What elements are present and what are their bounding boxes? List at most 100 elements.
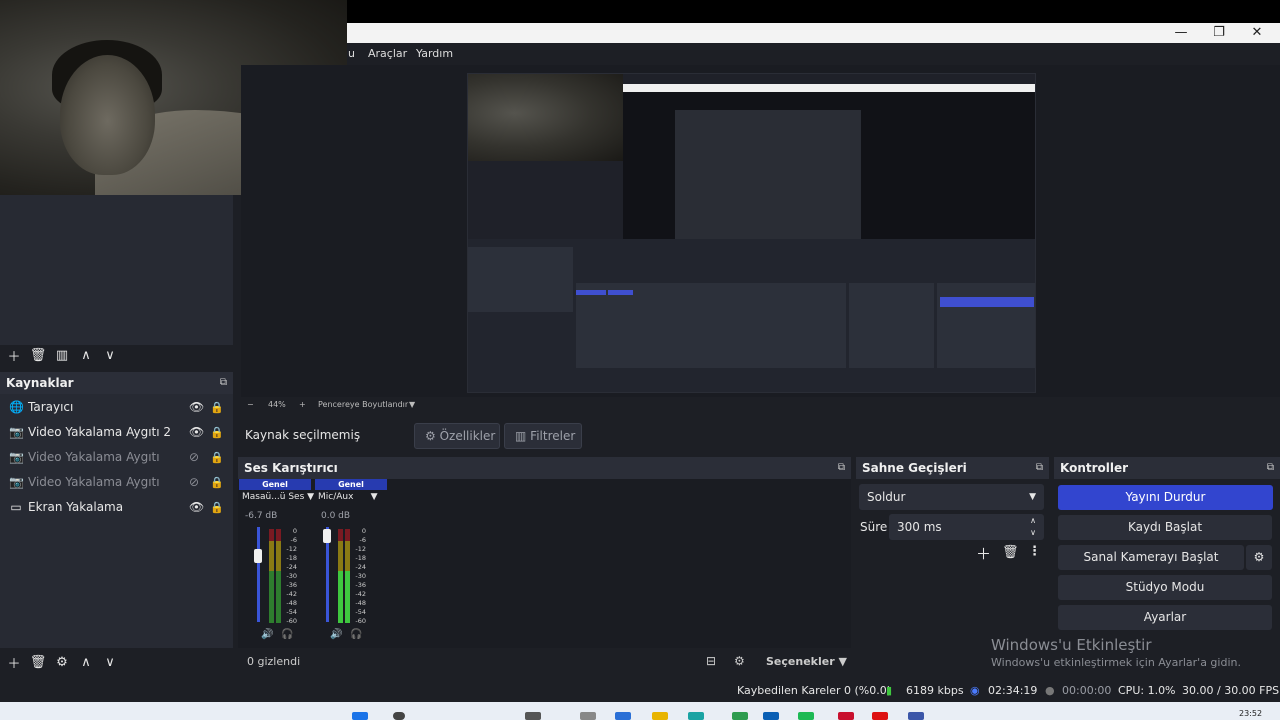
app-icon[interactable] xyxy=(688,712,704,720)
speaker-icon[interactable]: 🔊 xyxy=(261,629,273,640)
source-item-video-capture[interactable]: 📷 Video Yakalama Aygıtı ⊘ 🔒 xyxy=(0,470,233,495)
menu-item-help[interactable]: Yardım xyxy=(416,47,453,60)
search-icon[interactable] xyxy=(393,712,405,720)
signal-icon: ▮ xyxy=(886,684,893,697)
speaker-icon[interactable]: 🔊 xyxy=(330,629,342,640)
headphones-icon[interactable]: 🎧 xyxy=(350,629,362,640)
obs-icon[interactable] xyxy=(872,712,888,720)
folder-icon[interactable] xyxy=(652,712,668,720)
more-icon[interactable]: ⋮ xyxy=(1028,544,1041,559)
spotify-icon[interactable] xyxy=(798,712,814,720)
preview-canvas[interactable] xyxy=(467,73,1036,393)
app-icon[interactable] xyxy=(732,712,748,720)
headphones-icon[interactable]: 🎧 xyxy=(281,629,293,640)
mixer-header: Ses Karıştırıcı ⧉ xyxy=(238,457,851,479)
lock-icon[interactable]: 🔒 xyxy=(210,445,224,470)
undock-icon[interactable]: ⧉ xyxy=(838,457,845,479)
volume-slider-handle[interactable] xyxy=(323,529,331,543)
preview-nested-mixer-head xyxy=(576,290,606,295)
layout-icon[interactable]: ⊟ xyxy=(706,654,716,668)
move-up-icon[interactable]: ∧ xyxy=(74,655,98,670)
camera-icon: 📷 xyxy=(9,450,24,464)
zoom-out-button[interactable]: − xyxy=(247,400,254,409)
source-item-browser[interactable]: 🌐 Tarayıcı 👁 🔒 xyxy=(0,395,233,420)
meter-low xyxy=(345,571,350,623)
fit-to-window-label[interactable]: Pencereye Boyutlandır xyxy=(318,400,408,409)
source-item-video-capture-2[interactable]: 📷 Video Yakalama Aygıtı 2 👁 🔒 xyxy=(0,420,233,445)
filters-button[interactable]: ▥ Filtreler xyxy=(504,423,582,449)
zoom-in-button[interactable]: + xyxy=(299,400,306,409)
advanced-audio-icon[interactable]: ⚙ xyxy=(734,654,745,668)
duration-input[interactable]: 300 ms ∧ ∨ xyxy=(889,514,1044,540)
preview-nested-preview xyxy=(675,110,861,250)
preview-nested-controls xyxy=(937,283,1035,368)
eye-hidden-icon[interactable]: ⊘ xyxy=(189,445,199,470)
webcam-person-head xyxy=(60,55,155,175)
app-icon[interactable] xyxy=(580,712,596,720)
transitions-header: Sahne Geçişleri ⧉ xyxy=(856,457,1049,479)
stop-stream-button[interactable]: Yayını Durdur xyxy=(1058,485,1273,510)
app-icon[interactable] xyxy=(525,712,541,720)
volume-slider-track[interactable] xyxy=(257,527,260,622)
hidden-count: 0 gizlendi xyxy=(247,655,301,668)
transition-select[interactable]: Soldur ▼ xyxy=(859,484,1044,510)
mixer-channel-name[interactable]: Mic/Aux ▼ xyxy=(318,492,378,502)
eye-icon[interactable]: 👁 xyxy=(189,420,204,445)
chevron-down-icon[interactable]: ▼ xyxy=(409,400,415,409)
move-up-icon[interactable]: ∧ xyxy=(74,348,98,363)
menu-item-tools[interactable]: Araçlar xyxy=(368,47,407,60)
properties-button[interactable]: ⚙ Özellikler xyxy=(414,423,500,449)
volume-slider-handle[interactable] xyxy=(254,549,262,563)
undock-icon[interactable]: ⧉ xyxy=(1036,457,1043,479)
app-icon[interactable] xyxy=(838,712,854,720)
minimize-button[interactable]: — xyxy=(1162,23,1200,43)
mixer-channel-name[interactable]: Masaü...ü Ses ▼ xyxy=(242,492,314,502)
stepper-icon[interactable]: ∧ ∨ xyxy=(1030,515,1036,539)
maximize-button[interactable]: ❐ xyxy=(1200,23,1238,43)
start-icon[interactable] xyxy=(352,712,368,720)
undock-icon[interactable]: ⧉ xyxy=(220,372,227,394)
add-icon[interactable]: ＋ xyxy=(976,543,991,564)
settings-button[interactable]: Ayarlar xyxy=(1058,605,1272,630)
preview-nested-mixer xyxy=(576,283,846,368)
move-down-icon[interactable]: ∨ xyxy=(98,348,122,363)
move-down-icon[interactable]: ∨ xyxy=(98,655,122,670)
lock-icon[interactable]: 🔒 xyxy=(210,420,224,445)
filters-label: Filtreler xyxy=(530,429,576,443)
gear-icon[interactable]: ⚙ xyxy=(50,655,74,670)
lock-icon[interactable]: 🔒 xyxy=(210,395,224,420)
add-icon[interactable]: ＋ xyxy=(2,653,26,672)
meter-mid xyxy=(345,541,350,571)
trash-icon[interactable]: 🗑 xyxy=(1002,545,1019,560)
app-icon[interactable] xyxy=(615,712,631,720)
watermark-subtitle: Windows'u etkinleştirmek için Ayarlar'a … xyxy=(991,656,1241,669)
preview-nested-stop-button xyxy=(940,297,1034,307)
source-item-video-capture[interactable]: 📷 Video Yakalama Aygıtı ⊘ 🔒 xyxy=(0,445,233,470)
eye-icon[interactable]: 👁 xyxy=(189,495,204,520)
lock-icon[interactable]: 🔒 xyxy=(210,495,224,520)
filter-icon[interactable]: ▥ xyxy=(50,348,74,363)
options-button[interactable]: Seçenekler ▼ xyxy=(766,655,847,668)
app-icon[interactable] xyxy=(763,712,779,720)
studio-mode-button[interactable]: Stüdyo Modu xyxy=(1058,575,1272,600)
mixer-channel-mic: Genel Mic/Aux ▼ 0.0 dB 0 -6 -12 -18 -24 -30 -3… xyxy=(315,479,389,648)
app-icon[interactable] xyxy=(908,712,924,720)
start-virtual-cam-button[interactable]: Sanal Kamerayı Başlat xyxy=(1058,545,1244,570)
close-button[interactable]: ✕ xyxy=(1238,23,1276,43)
preview-toolbar: − 44% + Pencereye Boyutlandır ▼ xyxy=(241,397,1280,415)
trash-icon[interactable]: 🗑 xyxy=(26,348,50,363)
eye-hidden-icon[interactable]: ⊘ xyxy=(189,470,199,495)
add-icon[interactable]: ＋ xyxy=(2,346,26,365)
virtual-cam-settings-button[interactable]: ⚙ xyxy=(1246,545,1272,570)
preview-nested-titlebar xyxy=(623,84,1035,92)
chevron-down-icon: ▼ xyxy=(1029,492,1036,502)
start-record-button[interactable]: Kaydı Başlat xyxy=(1058,515,1272,540)
lock-icon[interactable]: 🔒 xyxy=(210,470,224,495)
eye-icon[interactable]: 👁 xyxy=(189,395,204,420)
meter-mid xyxy=(269,541,274,571)
menu-item-partial[interactable]: u xyxy=(348,47,355,60)
undock-icon[interactable]: ⧉ xyxy=(1267,457,1274,479)
trash-icon[interactable]: 🗑 xyxy=(26,655,50,670)
source-item-screen-capture[interactable]: ▭ Ekran Yakalama 👁 🔒 xyxy=(0,495,233,520)
scenes-list[interactable] xyxy=(0,195,233,345)
